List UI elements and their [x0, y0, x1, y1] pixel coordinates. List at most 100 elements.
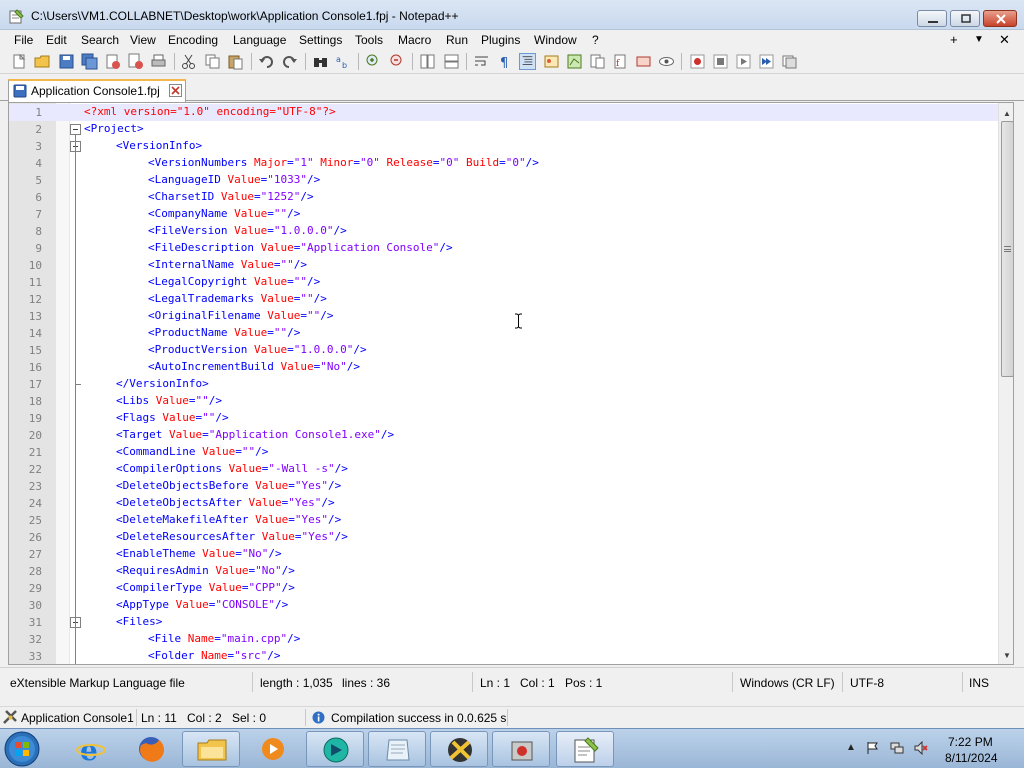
editor-line[interactable]: 23 <DeleteObjectsBefore Value="Yes"/>: [9, 478, 999, 495]
close-all-icon[interactable]: [127, 53, 144, 70]
editor-line[interactable]: 13 <OriginalFilename Value=""/>: [9, 308, 999, 325]
editor-line[interactable]: 26 <DeleteResourcesAfter Value="Yes"/>: [9, 529, 999, 546]
editor-line[interactable]: 19 <Flags Value=""/>: [9, 410, 999, 427]
zoom-in-icon[interactable]: [365, 53, 382, 70]
taskbar-notepad[interactable]: [368, 731, 426, 767]
menu-file[interactable]: File: [14, 33, 33, 47]
maximize-button[interactable]: [950, 10, 980, 27]
new-tab-button[interactable]: +: [950, 32, 958, 47]
editor-line[interactable]: 32 <File Name="main.cpp"/>: [9, 631, 999, 648]
editor-line[interactable]: 31 <Files>: [9, 614, 999, 631]
volume-muted-icon[interactable]: [914, 741, 928, 755]
indent-guide-icon[interactable]: [519, 53, 536, 70]
editor-line[interactable]: 20 <Target Value="Application Console1.ex…: [9, 427, 999, 444]
editor-line[interactable]: 18 <Libs Value=""/>: [9, 393, 999, 410]
fold-toggle-icon[interactable]: [70, 124, 81, 135]
replace-icon[interactable]: ab: [335, 53, 352, 70]
editor-line[interactable]: 29 <CompilerType Value="CPP"/>: [9, 580, 999, 597]
sync-vertical-icon[interactable]: [419, 53, 436, 70]
status-encoding[interactable]: UTF-8: [850, 676, 884, 690]
editor-line[interactable]: 30 <AppType Value="CONSOLE"/>: [9, 597, 999, 614]
menu-view[interactable]: View: [130, 33, 156, 47]
close-button[interactable]: [983, 10, 1017, 27]
taskbar-explorer[interactable]: [182, 731, 240, 767]
editor-line[interactable]: 4 <VersionNumbers Major="1" Minor="0" Rel…: [9, 155, 999, 172]
editor-line[interactable]: 22 <CompilerOptions Value="-Wall -s"/>: [9, 461, 999, 478]
menu-tools[interactable]: Tools: [355, 33, 383, 47]
open-file-icon[interactable]: [34, 53, 51, 70]
function-list-icon[interactable]: [589, 53, 606, 70]
save-all-icon[interactable]: [81, 53, 98, 70]
undo-icon[interactable]: [258, 53, 275, 70]
eye-icon[interactable]: [658, 53, 675, 70]
record-macro-icon[interactable]: [689, 53, 706, 70]
taskbar-internet-explorer[interactable]: e: [62, 731, 120, 767]
editor[interactable]: 1 <?xml version="1.0" encoding="UTF-8"?> 2…: [8, 102, 1014, 665]
editor-line[interactable]: 28 <RequiresAdmin Value="No"/>: [9, 563, 999, 580]
document-map-icon[interactable]: [566, 53, 583, 70]
paste-icon[interactable]: [227, 53, 244, 70]
editor-line[interactable]: 15 <ProductVersion Value="1.0.0.0"/>: [9, 342, 999, 359]
menu-plugins[interactable]: Plugins: [481, 33, 520, 47]
editor-line[interactable]: 5 <LanguageID Value="1033"/>: [9, 172, 999, 189]
stop-macro-icon[interactable]: [712, 53, 729, 70]
find-icon[interactable]: [312, 53, 329, 70]
taskbar-compiler[interactable]: [430, 731, 488, 767]
editor-line[interactable]: 1 <?xml version="1.0" encoding="UTF-8"?>: [9, 104, 999, 121]
cut-icon[interactable]: [180, 53, 197, 70]
copy-icon[interactable]: [204, 53, 221, 70]
minimize-button[interactable]: [917, 10, 947, 27]
editor-line[interactable]: 3 <VersionInfo>: [9, 138, 999, 155]
sync-horizontal-icon[interactable]: [443, 53, 460, 70]
redo-icon[interactable]: [281, 53, 298, 70]
editor-line[interactable]: 16 <AutoIncrementBuild Value="No"/>: [9, 359, 999, 376]
editor-line[interactable]: 14 <ProductName Value=""/>: [9, 325, 999, 342]
editor-line[interactable]: 2 <Project>: [9, 121, 999, 138]
network-icon[interactable]: [890, 741, 904, 755]
taskbar-app-teal[interactable]: [306, 731, 364, 767]
show-all-characters-icon[interactable]: ¶: [496, 53, 513, 70]
action-center-flag-icon[interactable]: [866, 741, 880, 755]
editor-line[interactable]: 33 <Folder Name="src"/>: [9, 648, 999, 664]
new-file-icon[interactable]: [11, 53, 28, 70]
save-macro-icon[interactable]: [781, 53, 798, 70]
editor-line[interactable]: 8 <FileVersion Value="1.0.0.0"/>: [9, 223, 999, 240]
menu-settings[interactable]: Settings: [299, 33, 342, 47]
vertical-scrollbar[interactable]: ▲ ▼: [998, 103, 1013, 664]
editor-line[interactable]: 17 </VersionInfo>: [9, 376, 999, 393]
folder-as-workspace-icon[interactable]: f: [612, 53, 629, 70]
editor-line[interactable]: 10 <InternalName Value=""/>: [9, 257, 999, 274]
editor-line[interactable]: 11 <LegalCopyright Value=""/>: [9, 274, 999, 291]
menu-search[interactable]: Search: [81, 33, 119, 47]
menu-macro[interactable]: Macro: [398, 33, 431, 47]
menu-encoding[interactable]: Encoding: [168, 33, 218, 47]
word-wrap-icon[interactable]: [473, 53, 490, 70]
show-hidden-icons-icon[interactable]: ▲: [846, 742, 856, 753]
print-icon[interactable]: [150, 53, 167, 70]
menu-language[interactable]: Language: [233, 33, 286, 47]
tab-list-button[interactable]: ▼: [974, 34, 984, 45]
document-tab[interactable]: Application Console1.fpj: [8, 79, 186, 102]
menu-window[interactable]: Window: [534, 33, 577, 47]
status-eol[interactable]: Windows (CR LF): [740, 676, 835, 690]
editor-line[interactable]: 9 <FileDescription Value="Application Con…: [9, 240, 999, 257]
scrollbar-thumb[interactable]: [1001, 121, 1013, 377]
editor-line[interactable]: 12 <LegalTrademarks Value=""/>: [9, 291, 999, 308]
menu-help[interactable]: ?: [592, 33, 599, 47]
taskbar-firefox[interactable]: [122, 731, 180, 767]
taskbar-notepadpp[interactable]: [556, 731, 614, 767]
editor-line[interactable]: 6 <CharsetID Value="1252"/>: [9, 189, 999, 206]
close-document-button[interactable]: ✕: [999, 32, 1010, 48]
user-language-icon[interactable]: [543, 53, 560, 70]
close-file-icon[interactable]: [104, 53, 121, 70]
scroll-down-icon[interactable]: ▼: [1003, 651, 1011, 660]
editor-line[interactable]: 27 <EnableTheme Value="No"/>: [9, 546, 999, 563]
menu-edit[interactable]: Edit: [46, 33, 67, 47]
clock-date[interactable]: 8/11/2024: [945, 751, 998, 765]
taskbar-installer[interactable]: [492, 731, 550, 767]
tab-close-icon[interactable]: [169, 84, 182, 97]
taskbar-media-player[interactable]: [244, 731, 302, 767]
scroll-up-icon[interactable]: ▲: [1003, 109, 1011, 118]
run-macro-multiple-icon[interactable]: [758, 53, 775, 70]
zoom-out-icon[interactable]: [389, 53, 406, 70]
